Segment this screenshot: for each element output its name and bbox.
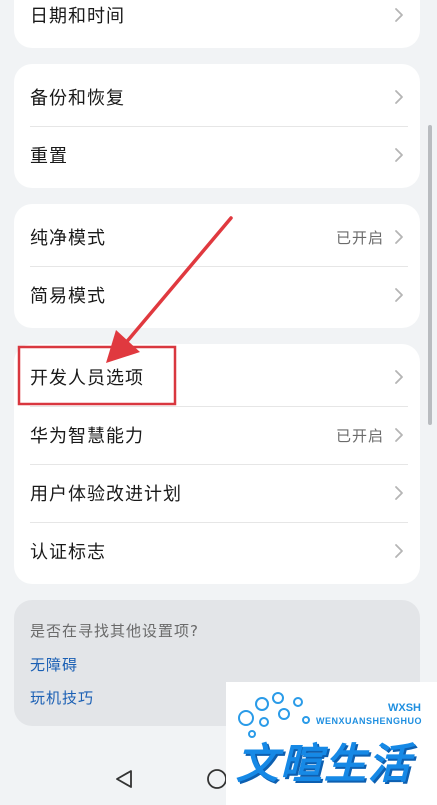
chevron-right-icon [395,486,403,500]
settings-group-developer: 开发人员选项 华为智慧能力 已开启 用户体验改进计划 认证标志 [14,344,420,584]
settings-group-modes: 纯净模式 已开启 简易模式 [14,204,420,328]
settings-item-label: 华为智慧能力 [30,426,144,447]
settings-item-label: 开发人员选项 [30,368,144,389]
watermark-title: 文暄生活 [236,739,413,788]
settings-group-datetime: 日期和时间 [14,0,420,48]
back-icon [116,770,132,788]
watermark-brand: WXSH [388,702,421,714]
settings-item-label: 日期和时间 [30,6,125,27]
help-link-accessibility[interactable]: 无障碍 [30,654,78,675]
settings-item-label: 备份和恢复 [30,88,125,109]
settings-item-label: 纯净模式 [30,228,106,249]
chevron-right-icon [395,90,403,104]
watermark-subtitle: WENXUANSHENGHUO [316,716,423,726]
chevron-right-icon [395,230,403,244]
back-nav-button[interactable] [116,770,132,788]
help-question: 是否在寻找其他设置项? [30,622,199,640]
settings-item-pure-mode[interactable]: 纯净模式 已开启 [14,208,420,266]
settings-item-label: 重置 [30,146,68,167]
settings-item-status: 已开启 [335,426,384,445]
settings-item-certification[interactable]: 认证标志 [14,522,420,580]
settings-item-status: 已开启 [335,228,384,247]
settings-group-backup: 备份和恢复 重置 [14,64,420,188]
chevron-right-icon [395,370,403,384]
chevron-right-icon [395,288,403,302]
help-link-tips[interactable]: 玩机技巧 [30,687,94,708]
chevron-right-icon [395,148,403,162]
settings-item-label: 认证标志 [30,542,106,563]
settings-item-reset[interactable]: 重置 [14,126,420,184]
settings-item-date-time[interactable]: 日期和时间 [14,0,420,44]
settings-item-backup-restore[interactable]: 备份和恢复 [14,68,420,126]
home-icon [207,769,227,789]
settings-item-developer-options[interactable]: 开发人员选项 [14,348,420,406]
watermark-logo: WXSH WENXUANSHENGHUO 文暄生活 [226,682,437,805]
settings-item-user-experience[interactable]: 用户体验改进计划 [14,464,420,522]
scrollbar[interactable] [428,125,432,425]
chevron-right-icon [395,428,403,442]
chevron-right-icon [395,544,403,558]
settings-item-label: 用户体验改进计划 [30,484,182,505]
chevron-right-icon [395,8,403,22]
home-nav-button[interactable] [207,769,227,789]
settings-item-label: 简易模式 [30,286,106,307]
settings-item-huawei-smart[interactable]: 华为智慧能力 已开启 [14,406,420,464]
settings-item-simple-mode[interactable]: 简易模式 [14,266,420,324]
